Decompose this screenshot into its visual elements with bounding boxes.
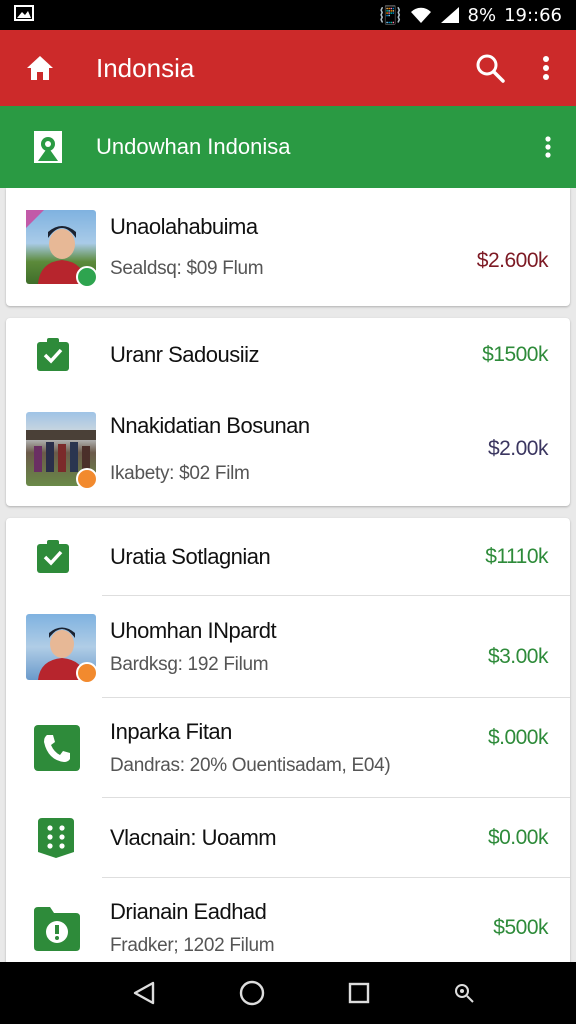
- more-vert-icon[interactable]: [544, 135, 552, 159]
- alert-folder-icon: [26, 905, 96, 951]
- search-icon: [476, 54, 505, 83]
- item-amount: $1500k: [482, 343, 548, 366]
- item-subtitle: Bardksg: 192 Filum: [110, 654, 269, 675]
- back-icon[interactable]: [131, 980, 157, 1006]
- item-title: Nnakidatian Bosunan: [110, 413, 310, 438]
- item-amount: $1110k: [485, 545, 548, 568]
- more-vert-icon: [543, 56, 549, 80]
- checklist-icon: [26, 338, 96, 372]
- item-amount: $500k: [493, 916, 548, 939]
- list-item[interactable]: Vlacnain: Uoamm $0.00k: [6, 798, 570, 878]
- vibrate-icon: 📳: [379, 4, 402, 26]
- status-badge: [76, 468, 98, 490]
- checklist-icon: [26, 540, 96, 574]
- item-amount: $3.00k: [487, 645, 549, 668]
- battery-percent: 8%: [467, 4, 497, 26]
- list-item[interactable]: Uratia Sotlagnian $1110k: [6, 518, 570, 596]
- section-title: Undowhan Indonisa: [96, 134, 291, 159]
- item-subtitle: Dandras: 20% Ouentisadam, E04): [110, 755, 391, 776]
- wifi-icon: [410, 7, 431, 23]
- home-button[interactable]: [20, 48, 60, 88]
- clock: 19::66: [504, 4, 562, 26]
- list-item[interactable]: Uhomhan INpardt Bardksg: 192 Filum $3.00…: [6, 596, 570, 698]
- card: Unaolahabuima Sealdsq: $09 Flum $2.600k: [6, 188, 570, 306]
- app-bar: Indonsia: [0, 30, 576, 106]
- item-subtitle: Sealdsq: $09 Flum: [110, 258, 264, 279]
- home-circle-icon[interactable]: [238, 979, 266, 1007]
- card: Uratia Sotlagnian $1110k Uhomhan INpardt…: [6, 518, 570, 962]
- transaction-list: Unaolahabuima Sealdsq: $09 Flum $2.600k …: [0, 188, 576, 962]
- item-amount: $.000k: [487, 726, 549, 749]
- list-item[interactable]: Uranr Sadousiiz $1500k: [6, 318, 570, 392]
- list-item[interactable]: Unaolahabuima Sealdsq: $09 Flum $2.600k: [6, 188, 570, 306]
- list-item[interactable]: Nnakidatian Bosunan Ikabety: $02 Film $2…: [6, 392, 570, 506]
- list-item[interactable]: Drianain Eadhad Fradker; 1202 Filum $500…: [6, 878, 570, 962]
- recents-icon[interactable]: [347, 981, 371, 1005]
- person-photo: [26, 614, 98, 684]
- card: Uranr Sadousiiz $1500k Nnakidatian Bosun…: [6, 318, 570, 506]
- item-title: Unaolahabuima: [110, 214, 258, 239]
- status-badge: [76, 266, 98, 288]
- item-title: Uratia Sotlagnian: [110, 544, 271, 569]
- status-badge: [76, 662, 98, 684]
- item-amount: $2.00k: [487, 437, 549, 460]
- phone-icon: [26, 725, 96, 771]
- home-icon: [27, 56, 53, 80]
- item-amount: $2.600k: [476, 249, 549, 272]
- person-photo: [26, 210, 98, 288]
- status-bar: 📳 8% 19::66: [0, 0, 576, 30]
- item-amount: $0.00k: [487, 826, 549, 849]
- item-title: Uhomhan INpardt: [110, 618, 277, 643]
- dots-grid-icon: [26, 818, 96, 858]
- image-notification-icon: [14, 4, 34, 26]
- item-subtitle: Fradker; 1202 Filum: [110, 935, 275, 956]
- item-title: Uranr Sadousiiz: [110, 342, 260, 367]
- app-title: Indonsia: [96, 52, 195, 83]
- search-button[interactable]: [470, 48, 510, 88]
- item-title: Drianain Eadhad: [110, 899, 267, 924]
- item-title: Vlacnain: Uoamm: [110, 825, 277, 850]
- system-nav-bar: [0, 962, 576, 1024]
- group-photo: [26, 412, 98, 490]
- section-header: Undowhan Indonisa: [0, 106, 576, 188]
- overflow-menu-button[interactable]: [536, 48, 556, 88]
- item-subtitle: Ikabety: $02 Film: [110, 463, 250, 484]
- signal-icon: [440, 7, 459, 23]
- keyboard-switch-icon[interactable]: [452, 981, 476, 1005]
- list-item[interactable]: Inparka Fitan Dandras: 20% Ouentisadam, …: [6, 698, 570, 798]
- map-pin-icon: [34, 131, 62, 163]
- item-title: Inparka Fitan: [110, 719, 232, 744]
